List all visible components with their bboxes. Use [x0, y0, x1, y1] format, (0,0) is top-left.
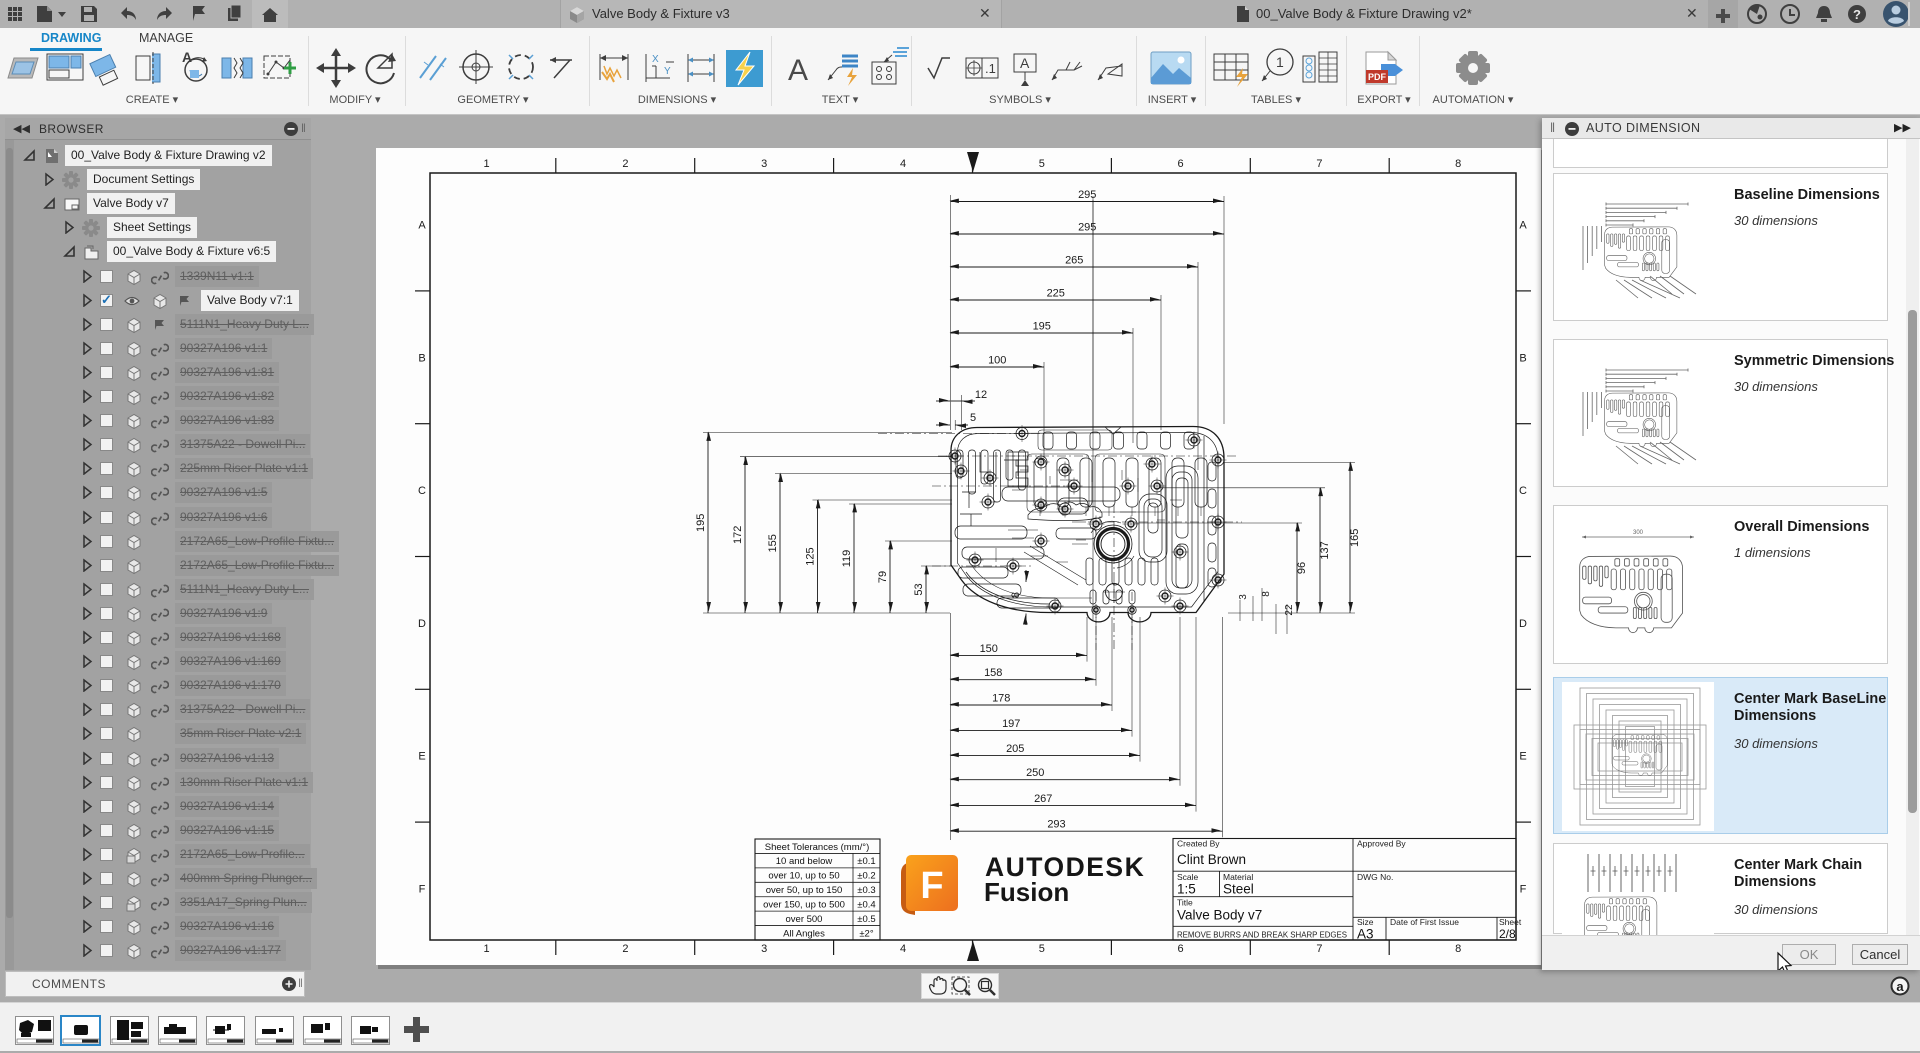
svg-text:.1: .1	[985, 61, 996, 76]
svg-text:±0.5: ±0.5	[857, 914, 875, 925]
svg-text:295: 295	[1078, 189, 1096, 201]
svg-text:E: E	[418, 751, 425, 763]
svg-text:B: B	[418, 352, 425, 364]
svg-text:A: A	[788, 54, 808, 87]
svg-text:4: 4	[900, 158, 906, 170]
svg-text:96: 96	[1296, 562, 1308, 574]
svg-text:293: 293	[1047, 819, 1065, 831]
svg-text:137: 137	[1319, 541, 1331, 559]
svg-text:225: 225	[1047, 288, 1065, 300]
svg-text:Title: Title	[1177, 898, 1193, 908]
svg-text:267: 267	[1034, 793, 1052, 805]
svg-text:X: X	[652, 54, 659, 65]
svg-text:7: 7	[1316, 158, 1322, 170]
svg-text:6: 6	[1178, 158, 1184, 170]
svg-text:3: 3	[761, 158, 767, 170]
svg-text:a: a	[1896, 979, 1904, 994]
svg-text:22: 22	[1284, 604, 1295, 616]
svg-text:10 and below: 10 and below	[776, 856, 833, 867]
svg-text:79: 79	[877, 571, 889, 583]
svg-text:2/8: 2/8	[1499, 927, 1516, 941]
svg-text:150: 150	[980, 643, 998, 655]
svg-text:178: 178	[992, 693, 1010, 705]
svg-text:±0.4: ±0.4	[857, 900, 875, 911]
svg-text:F: F	[920, 865, 943, 907]
svg-text:C: C	[1519, 485, 1527, 497]
svg-text:±0.1: ±0.1	[857, 856, 875, 867]
svg-text:195: 195	[695, 514, 707, 532]
svg-text:Date of First Issue: Date of First Issue	[1390, 917, 1459, 927]
svg-text:A: A	[418, 220, 426, 232]
svg-text:Fusion: Fusion	[984, 877, 1069, 907]
svg-text:A: A	[1519, 220, 1527, 232]
svg-text:8: 8	[1455, 943, 1461, 955]
svg-text:5: 5	[1039, 943, 1045, 955]
svg-text:Created By: Created By	[1177, 839, 1220, 849]
svg-text:265: 265	[1065, 255, 1083, 267]
svg-text:300: 300	[1633, 530, 1644, 536]
svg-text:E: E	[1519, 751, 1526, 763]
svg-text:Scale: Scale	[1177, 872, 1199, 882]
svg-text:250: 250	[1026, 767, 1044, 779]
svg-text:D: D	[1519, 618, 1527, 630]
svg-text:2: 2	[622, 943, 628, 955]
svg-text:2: 2	[622, 158, 628, 170]
svg-text:7: 7	[1316, 943, 1322, 955]
svg-text:All Angles: All Angles	[783, 928, 825, 939]
svg-text:±0.2: ±0.2	[857, 871, 875, 882]
svg-text:5: 5	[970, 412, 976, 424]
svg-text:D: D	[418, 618, 426, 630]
svg-text:Valve Body v7: Valve Body v7	[1177, 908, 1262, 923]
svg-text:±2°: ±2°	[859, 928, 873, 939]
svg-text:REMOVE BURRS AND BREAK SHARP E: REMOVE BURRS AND BREAK SHARP EDGES	[1177, 930, 1347, 940]
svg-text:3: 3	[1238, 594, 1249, 600]
svg-text:Steel: Steel	[1223, 882, 1254, 897]
svg-text:over 50, up to 150: over 50, up to 150	[766, 885, 843, 896]
svg-text:±0.3: ±0.3	[857, 885, 875, 896]
svg-text:53: 53	[913, 583, 925, 595]
svg-text:295: 295	[1078, 222, 1096, 234]
svg-text:1:5: 1:5	[1177, 882, 1196, 897]
svg-text:1: 1	[484, 158, 490, 170]
svg-text:205: 205	[1006, 743, 1024, 755]
svg-text:12: 12	[975, 389, 987, 401]
svg-text:5: 5	[1039, 158, 1045, 170]
svg-text:8: 8	[1261, 591, 1272, 597]
svg-text:over 150, up to 500: over 150, up to 500	[763, 900, 845, 911]
svg-text:B: B	[1519, 352, 1526, 364]
svg-text:195: 195	[1033, 321, 1051, 333]
svg-text:F: F	[1520, 884, 1527, 896]
svg-text:C: C	[418, 485, 426, 497]
svg-text:Y: Y	[664, 66, 671, 77]
svg-text:125: 125	[805, 547, 817, 565]
svg-text:155: 155	[767, 534, 779, 552]
svg-text:3: 3	[761, 943, 767, 955]
svg-text:A: A	[1020, 55, 1030, 71]
svg-text:over 10, up to 50: over 10, up to 50	[768, 871, 839, 882]
svg-text:Sheet: Sheet	[1499, 917, 1522, 927]
svg-text:DWG No.: DWG No.	[1357, 872, 1393, 882]
svg-text:6: 6	[1178, 943, 1184, 955]
svg-text:over 500: over 500	[786, 914, 823, 925]
svg-text:1: 1	[484, 943, 490, 955]
svg-text:Sheet Tolerances (mm/°): Sheet Tolerances (mm/°)	[765, 842, 869, 853]
svg-text:197: 197	[1002, 718, 1020, 730]
svg-text:F: F	[419, 884, 426, 896]
svg-text:Size: Size	[1357, 917, 1374, 927]
svg-text:4: 4	[900, 943, 906, 955]
svg-text:100: 100	[988, 355, 1006, 367]
svg-text:Clint Brown: Clint Brown	[1177, 852, 1246, 867]
svg-text:PDF: PDF	[1368, 72, 1387, 82]
svg-text:8: 8	[1455, 158, 1461, 170]
svg-text:8: 8	[1010, 592, 1022, 598]
svg-text:?: ?	[1853, 7, 1861, 22]
svg-text:A3: A3	[1357, 927, 1374, 942]
svg-text:172: 172	[732, 526, 744, 544]
svg-text:1: 1	[1276, 54, 1284, 70]
svg-text:165: 165	[1349, 529, 1361, 547]
svg-text:Approved By: Approved By	[1357, 839, 1406, 849]
svg-text:158: 158	[984, 667, 1002, 679]
svg-text:119: 119	[841, 550, 853, 568]
svg-text:Material: Material	[1223, 872, 1253, 882]
